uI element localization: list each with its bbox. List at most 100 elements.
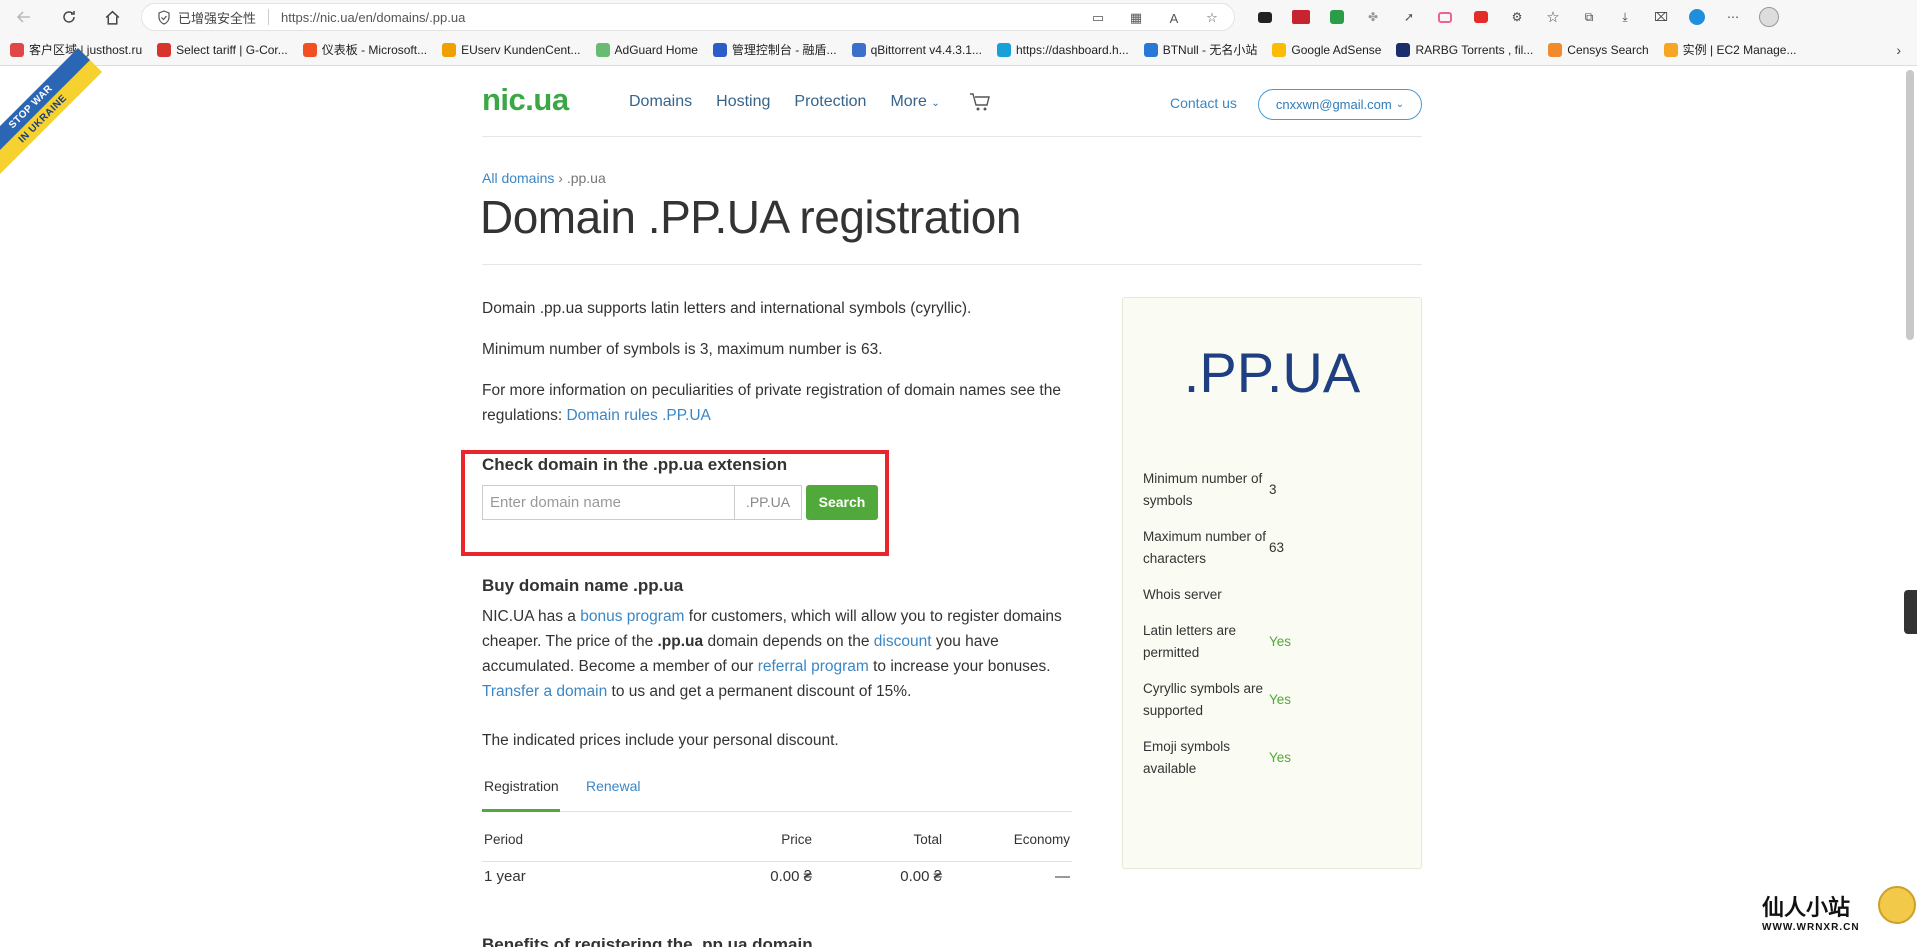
chevron-down-icon: ⌄ <box>1395 99 1405 110</box>
back-icon[interactable] <box>10 3 38 31</box>
collections-icon[interactable]: ⧉ <box>1576 4 1602 30</box>
nav-domains[interactable]: Domains <box>629 93 692 111</box>
buy-domain-text: NIC.UA has a bonus program for customers… <box>482 604 1077 704</box>
bookmark-item[interactable]: RARBG Torrents , fil... <box>1396 42 1533 57</box>
settings-more-icon[interactable]: ⋯ <box>1720 4 1746 30</box>
zone-property-key: Cyryllic symbols are supported <box>1143 681 1264 718</box>
site-logo[interactable]: nic.ua <box>482 82 569 118</box>
main-nav: Domains Hosting Protection More ⌄ <box>629 93 940 111</box>
reload-icon[interactable] <box>55 3 83 31</box>
tab-registration[interactable]: Registration <box>484 778 559 794</box>
intro-p1: Domain .pp.ua supports latin letters and… <box>482 300 972 317</box>
extension-6-icon[interactable] <box>1432 4 1458 30</box>
user-email: cnxxwn@gmail.com <box>1275 97 1392 112</box>
col-total: Total <box>913 832 942 847</box>
zone-property-value: Yes <box>1269 692 1292 707</box>
bookmark-favicon-icon <box>1548 42 1563 57</box>
nav-more[interactable]: More ⌄ <box>890 93 939 111</box>
app-available-icon[interactable]: ▭ <box>1088 8 1108 28</box>
bookmark-item[interactable]: Select tariff | G-Cor... <box>157 42 288 57</box>
extension-1-icon[interactable] <box>1252 4 1278 30</box>
url-text[interactable]: https://nic.ua/en/domains/.pp.ua <box>281 10 465 25</box>
bookmark-item[interactable]: https://dashboard.h... <box>996 42 1129 57</box>
discount-link[interactable]: discount <box>874 633 932 650</box>
bookmark-favicon-icon <box>996 42 1011 57</box>
zone-property-row: Maximum number of characters 63 <box>1143 526 1408 570</box>
cell-total: 0.00 ₴ <box>900 868 942 885</box>
bookmark-item[interactable]: 实例 | EC2 Manage... <box>1663 41 1797 58</box>
zone-property-row: Whois server <box>1143 584 1408 606</box>
price-table-header: Period Price Total Economy <box>482 832 1072 862</box>
favorites-icon[interactable]: ☆ <box>1540 4 1566 30</box>
browser-toolbar: 已增强安全性 https://nic.ua/en/domains/.pp.ua … <box>0 0 1917 34</box>
bookmark-item[interactable]: qBittorrent v4.4.3.1... <box>851 42 982 57</box>
buy-t6: to us and get a permanent discount of 15… <box>607 683 912 700</box>
extension-5-icon[interactable]: ➚ <box>1396 4 1422 30</box>
zone-name: .PP.UA <box>1183 341 1361 404</box>
bookmark-item[interactable]: Censys Search <box>1548 42 1649 57</box>
bookmark-item[interactable]: BTNull - 无名小站 <box>1143 41 1257 58</box>
zone-property-key: Emoji symbols available <box>1143 739 1231 776</box>
bookmark-item[interactable]: EUserv KundenCent... <box>442 42 581 57</box>
page-scrollbar[interactable] <box>1906 70 1914 340</box>
bookmark-item[interactable]: 仪表板 - Microsoft... <box>302 41 428 58</box>
active-tab-indicator <box>482 809 560 812</box>
address-bar[interactable]: 已增强安全性 https://nic.ua/en/domains/.pp.ua … <box>141 3 1235 31</box>
user-account-button[interactable]: cnxxwn@gmail.com ⌄ <box>1258 89 1422 120</box>
domain-search-input[interactable]: Enter domain name <box>482 485 735 520</box>
extensions-puzzle-icon[interactable]: ⚙ <box>1504 4 1530 30</box>
stop-war-ribbon[interactable]: STOP WAR IN UKRAINE <box>0 47 103 179</box>
profile-avatar[interactable] <box>1756 4 1782 30</box>
cart-icon[interactable] <box>969 92 991 117</box>
bookmarks-more-icon[interactable]: › <box>1896 42 1901 58</box>
buy-t5: to increase your bonuses. <box>868 658 1051 675</box>
domain-rules-link[interactable]: Domain rules .PP.UA <box>566 407 710 424</box>
downloads-icon[interactable]: ⤓ <box>1612 4 1638 30</box>
bookmark-favicon-icon <box>851 42 866 57</box>
security-label[interactable]: 已增强安全性 <box>178 8 256 27</box>
bookmark-favicon-icon <box>10 42 24 57</box>
sidebar-handle[interactable] <box>1904 590 1917 634</box>
extension-3-icon[interactable] <box>1324 4 1350 30</box>
bookmark-item[interactable]: Google AdSense <box>1272 42 1381 57</box>
read-aloud-icon[interactable]: A <box>1164 8 1184 28</box>
qr-code-icon[interactable]: ▦ <box>1126 8 1146 28</box>
search-button[interactable]: Search <box>806 485 878 520</box>
zone-property-key: Whois server <box>1143 587 1222 602</box>
home-icon[interactable] <box>98 3 126 31</box>
buy-t3: domain depends on the <box>703 633 874 650</box>
bookmark-favicon-icon <box>1396 42 1411 57</box>
site-header: nic.ua Domains Hosting Protection More ⌄… <box>482 80 1422 137</box>
transfer-domain-link[interactable]: Transfer a domain <box>482 683 607 700</box>
contact-us-link[interactable]: Contact us <box>1170 95 1237 111</box>
zone-property-value: 3 <box>1269 482 1277 497</box>
table-row: 1 year 0.00 ₴ 0.00 ₴ — <box>482 868 1072 898</box>
bookmark-favicon-icon <box>442 42 457 57</box>
tab-renewal[interactable]: Renewal <box>586 778 640 794</box>
bonus-program-link[interactable]: bonus program <box>580 608 684 625</box>
zone-property-key: Minimum number of symbols <box>1143 471 1263 508</box>
zone-property-row: Minimum number of symbols 3 <box>1143 468 1408 512</box>
extension-2-icon[interactable] <box>1288 4 1314 30</box>
zone-property-value: Yes <box>1269 634 1292 649</box>
extensions-bar: ✤ ➚ ⚙ ☆ ⧉ ⤓ ⌧ ⋯ <box>1252 4 1782 30</box>
breadcrumb-current: .pp.ua <box>566 170 606 186</box>
intro-p3: For more information on peculiarities of… <box>482 378 1072 428</box>
col-period: Period <box>484 832 524 847</box>
extension-4-icon[interactable]: ✤ <box>1360 4 1386 30</box>
referral-program-link[interactable]: referral program <box>758 658 869 675</box>
extension-7-icon[interactable] <box>1468 4 1494 30</box>
chevron-down-icon: ⌄ <box>931 98 940 109</box>
bookmark-item[interactable]: 管理控制台 - 融盾... <box>712 41 837 58</box>
nav-protection[interactable]: Protection <box>794 93 866 111</box>
bookmark-item[interactable]: AdGuard Home <box>595 42 698 57</box>
watermark-mascot-icon <box>1878 886 1916 924</box>
bookmark-favicon-icon <box>1143 42 1158 57</box>
screenshot-icon[interactable]: ⌧ <box>1648 4 1674 30</box>
add-favorite-icon[interactable]: ☆ <box>1202 8 1222 28</box>
zone-property-key: Maximum number of characters <box>1143 529 1267 566</box>
edge-icon[interactable] <box>1684 4 1710 30</box>
breadcrumb-all-domains[interactable]: All domains <box>482 170 554 186</box>
bookmark-label: 仪表板 - Microsoft... <box>321 43 428 57</box>
nav-hosting[interactable]: Hosting <box>716 93 770 111</box>
